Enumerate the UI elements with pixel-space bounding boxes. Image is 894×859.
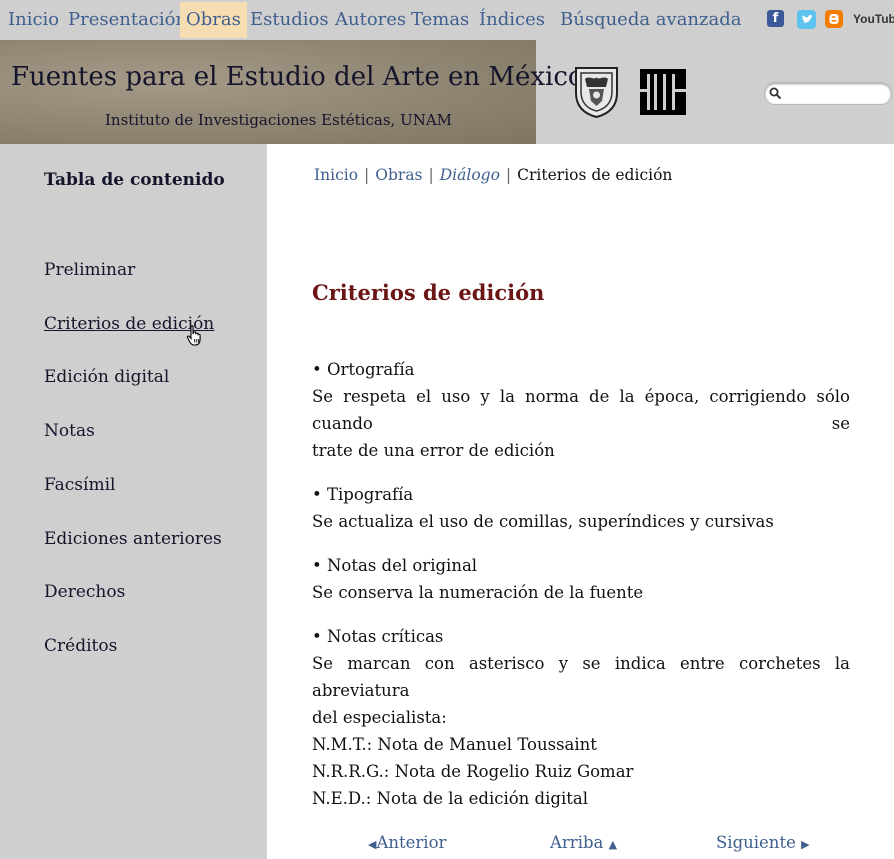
section-notas-criticas: • Notas críticas Se marcan con asterisco… <box>312 623 850 812</box>
toc-item-edicion-digital[interactable]: Edición digital <box>44 367 169 387</box>
breadcrumb-obras[interactable]: Obras <box>375 166 422 184</box>
section-tipografia: • Tipografía Se actualiza el uso de comi… <box>312 481 850 535</box>
breadcrumb-inicio[interactable]: Inicio <box>314 166 358 184</box>
toc-item-derechos[interactable]: Derechos <box>44 582 125 602</box>
breadcrumb-current: Criterios de edición <box>517 166 673 184</box>
section-body: Se respeta el uso y la norma de la época… <box>312 387 850 433</box>
up-label: Arriba <box>550 833 604 852</box>
previous-page-link[interactable]: ◀Anterior <box>368 833 446 852</box>
section-heading: • Notas críticas <box>312 627 444 646</box>
twitter-icon[interactable] <box>797 10 816 29</box>
nav-indices[interactable]: Índices <box>479 2 545 38</box>
arrow-right-icon: ▶ <box>801 838 810 851</box>
iie-logo[interactable] <box>640 69 686 119</box>
section-body: Se marcan con asterisco y se indica entr… <box>312 654 850 700</box>
hand-cursor-icon <box>186 325 201 346</box>
breadcrumb: Inicio | Obras | Diálogo | Criterios de edició… <box>314 166 672 184</box>
site-subtitle: Instituto de Investigaciones Estéticas, … <box>105 111 453 129</box>
previous-label: Anterior <box>376 833 447 852</box>
arrow-up-icon: ▲ <box>608 838 618 851</box>
breadcrumb-separator: | <box>428 166 434 184</box>
search-icon <box>769 87 782 100</box>
nav-busqueda-avanzada[interactable]: Búsqueda avanzada <box>560 2 742 38</box>
note-abbreviation: N.R.R.G.: Nota de Rogelio Ruiz Gomar <box>312 762 634 781</box>
blogger-icon[interactable] <box>825 10 843 29</box>
youtube-icon[interactable]: YouTube <box>853 10 894 29</box>
nav-autores[interactable]: Autores <box>335 2 406 38</box>
nav-estudios[interactable]: Estudios <box>250 2 329 38</box>
toc-item-facsimil[interactable]: Facsímil <box>44 475 115 495</box>
next-label: Siguiente <box>716 833 796 852</box>
section-heading: • Notas del original <box>312 556 478 575</box>
next-page-link[interactable]: Siguiente ▶ <box>716 833 810 852</box>
toc-title: Tabla de contenido <box>44 170 225 190</box>
note-abbreviation: N.E.D.: Nota de la edición digital <box>312 789 588 808</box>
breadcrumb-dialogo[interactable]: Diálogo <box>440 166 500 184</box>
toc-item-ediciones-anteriores[interactable]: Ediciones anteriores <box>44 529 222 549</box>
facebook-icon[interactable]: f <box>767 10 784 27</box>
site-header: Fuentes para el Estudio del Arte en Méxi… <box>0 40 894 144</box>
section-ortografia: • Ortografía Se respeta el uso y la norm… <box>312 356 850 464</box>
nav-presentacion[interactable]: Presentación <box>68 2 187 38</box>
breadcrumb-separator: | <box>505 166 512 184</box>
table-of-contents: Tabla de contenido Preliminar Criterios … <box>0 144 267 859</box>
section-notas-del-original: • Notas del original Se conserva la nume… <box>312 552 850 606</box>
section-heading: • Ortografía <box>312 360 415 379</box>
toc-item-preliminar[interactable]: Preliminar <box>44 260 135 280</box>
site-title[interactable]: Fuentes para el Estudio del Arte en Méxi… <box>11 62 584 92</box>
breadcrumb-separator: | <box>364 166 370 184</box>
section-body: Se conserva la numeración de la fuente <box>312 583 644 602</box>
search-input[interactable] <box>764 82 892 105</box>
section-body-continued: trate de una error de edición <box>312 441 555 460</box>
nav-temas[interactable]: Temas <box>411 2 469 38</box>
page-title: Criterios de edición <box>312 280 545 305</box>
back-to-top-link[interactable]: Arriba ▲ <box>550 833 617 852</box>
section-body-continued: del especialista: <box>312 708 447 727</box>
header-banner: Fuentes para el Estudio del Arte en Méxi… <box>0 40 584 144</box>
toc-item-notas[interactable]: Notas <box>44 421 95 441</box>
section-heading: • Tipografía <box>312 485 414 504</box>
youtube-wordmark: YouTube <box>853 12 894 26</box>
section-body: Se actualiza el uso de comillas, superín… <box>312 512 774 531</box>
toc-item-creditos[interactable]: Créditos <box>44 636 117 656</box>
main-content: Inicio | Obras | Diálogo | Criterios de edició… <box>267 144 894 859</box>
unam-logo[interactable] <box>573 65 620 122</box>
top-navigation: Inicio Presentación Obras Estudios Autor… <box>0 0 894 40</box>
edition-criteria: • Ortografía Se respeta el uso y la norm… <box>312 356 850 829</box>
nav-obras[interactable]: Obras <box>180 2 247 38</box>
note-abbreviation: N.M.T.: Nota de Manuel Toussaint <box>312 735 597 754</box>
nav-inicio[interactable]: Inicio <box>8 2 59 38</box>
facebook-icon-letter: f <box>772 11 779 26</box>
